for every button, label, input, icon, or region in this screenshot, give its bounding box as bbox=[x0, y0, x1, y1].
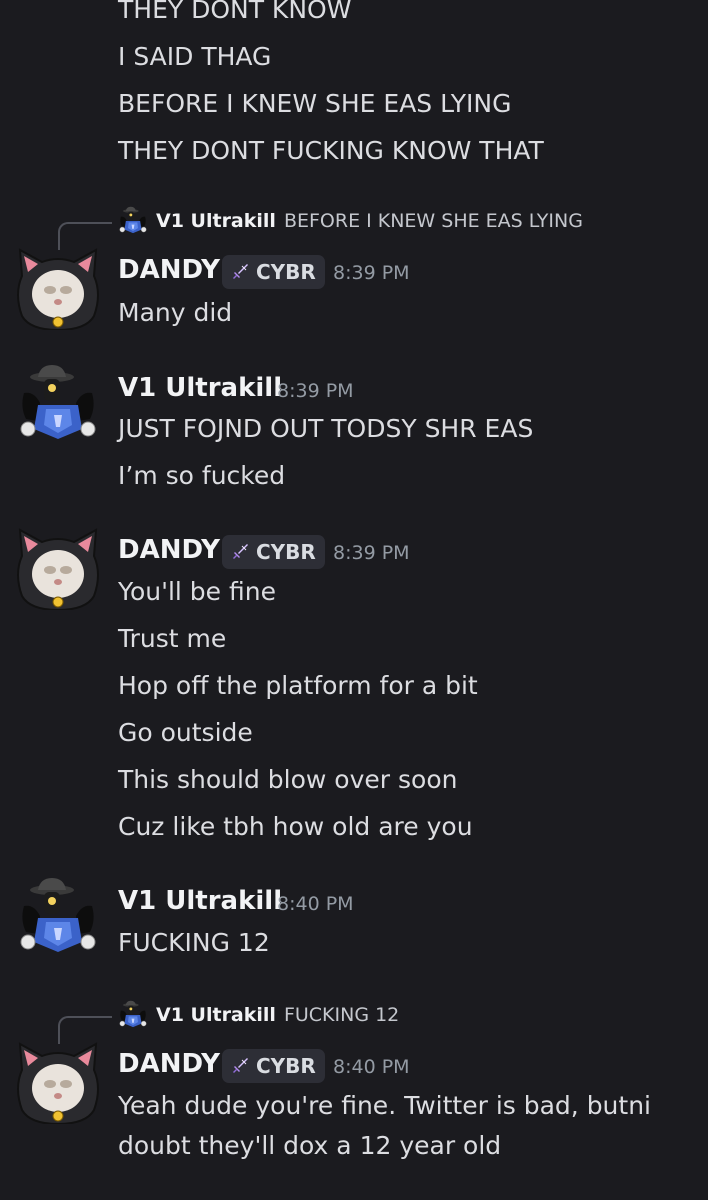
reply-avatar-icon bbox=[118, 206, 148, 236]
message-line: Yeah dude you're fine. Twitter is bad, b… bbox=[118, 1091, 651, 1120]
message-line: doubt they'll dox a 12 year old bbox=[118, 1131, 502, 1160]
reply-author[interactable]: V1 Ultrakill bbox=[156, 1004, 276, 1026]
message-line: THEY DONT FUCKING KNOW THAT bbox=[118, 136, 544, 165]
message-line: Many did bbox=[118, 298, 233, 327]
reply-avatar-icon bbox=[118, 1000, 148, 1030]
dandy-avatar-icon[interactable] bbox=[16, 246, 100, 330]
message-line: This should blow over soon bbox=[118, 765, 458, 794]
timestamp[interactable]: 8:40 PM bbox=[333, 1056, 410, 1078]
dandy-avatar-icon[interactable] bbox=[16, 526, 100, 610]
role-tag[interactable]: CYBR bbox=[222, 1049, 325, 1083]
sword-icon bbox=[230, 542, 250, 562]
reply-preview[interactable]: V1 Ultrakill FUCKING 12 bbox=[118, 1000, 399, 1030]
sword-icon bbox=[230, 262, 250, 282]
message-line: THEY DONT KNOW bbox=[118, 0, 352, 24]
message-line: FUCKING 12 bbox=[118, 928, 270, 957]
timestamp[interactable]: 8:40 PM bbox=[277, 893, 354, 915]
message-line: Cuz like tbh how old are you bbox=[118, 812, 473, 841]
reply-author[interactable]: V1 Ultrakill bbox=[156, 210, 276, 232]
message-line: You'll be fine bbox=[118, 577, 276, 606]
message-line: BEFORE I KNEW SHE EAS LYING bbox=[118, 89, 512, 118]
username[interactable]: V1 Ultrakill bbox=[118, 886, 282, 916]
sword-icon bbox=[230, 1056, 250, 1076]
message-line: JUST FOJND OUT TODSY SHR EAS bbox=[118, 414, 534, 443]
reply-preview[interactable]: V1 Ultrakill BEFORE I KNEW SHE EAS LYING bbox=[118, 206, 583, 236]
message-line: Go outside bbox=[118, 718, 253, 747]
reply-text: FUCKING 12 bbox=[283, 1004, 400, 1026]
v1-avatar-icon[interactable] bbox=[16, 876, 100, 960]
message-line: Trust me bbox=[118, 624, 227, 653]
role-tag[interactable]: CYBR bbox=[222, 255, 325, 289]
username[interactable]: DANDY bbox=[118, 1049, 220, 1079]
message-line: I SAID THAG bbox=[118, 42, 272, 71]
username[interactable]: V1 Ultrakill bbox=[118, 373, 282, 403]
v1-avatar-icon[interactable] bbox=[16, 363, 100, 447]
role-tag-label: CYBR bbox=[256, 260, 316, 284]
timestamp[interactable]: 8:39 PM bbox=[333, 262, 410, 284]
timestamp[interactable]: 8:39 PM bbox=[277, 380, 354, 402]
username[interactable]: DANDY bbox=[118, 535, 220, 565]
role-tag-label: CYBR bbox=[256, 540, 316, 564]
dandy-avatar-icon[interactable] bbox=[16, 1040, 100, 1124]
role-tag[interactable]: CYBR bbox=[222, 535, 325, 569]
role-tag-label: CYBR bbox=[256, 1054, 316, 1078]
message-line: Hop off the platform for a bit bbox=[118, 671, 478, 700]
message-line: I’m so fucked bbox=[118, 461, 286, 490]
username[interactable]: DANDY bbox=[118, 255, 220, 285]
timestamp[interactable]: 8:39 PM bbox=[333, 542, 410, 564]
reply-text: BEFORE I KNEW SHE EAS LYING bbox=[283, 210, 583, 232]
